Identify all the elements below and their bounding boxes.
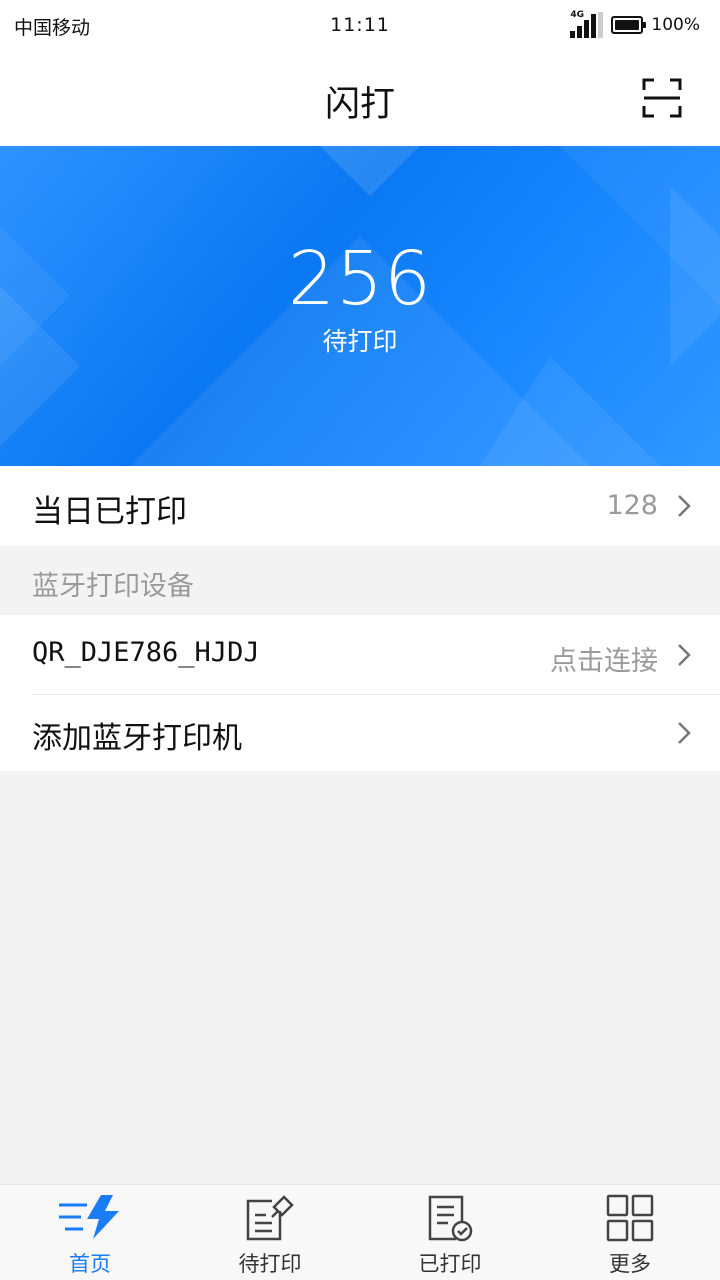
bluetooth-section-header: 蓝牙打印设备	[0, 546, 720, 615]
device-name: QR_DJE786_HJDJ	[32, 637, 260, 668]
network-type: 4G	[570, 10, 585, 20]
nav-bar: 闪打	[0, 52, 720, 146]
add-printer-label: 添加蓝牙打印机	[32, 721, 242, 756]
tab-label: 更多	[609, 1252, 651, 1276]
tab-more[interactable]: 更多	[540, 1185, 720, 1280]
tab-label: 待打印	[238, 1252, 302, 1276]
tab-label: 首页	[69, 1252, 111, 1276]
pending-print-icon	[246, 1195, 294, 1241]
signal-icon: 4G	[570, 10, 604, 38]
battery-level: 100%	[651, 15, 700, 35]
today-printed-count: 128	[606, 490, 658, 521]
scan-icon	[642, 78, 682, 118]
bluetooth-section-title: 蓝牙打印设备	[32, 571, 194, 602]
home-lightning-icon	[59, 1195, 119, 1239]
pending-label: 待打印	[322, 327, 398, 356]
tab-printed[interactable]: 已打印	[360, 1185, 540, 1280]
connect-link[interactable]: 点击连接	[550, 639, 658, 678]
chevron-right-icon	[678, 495, 691, 517]
battery-icon	[611, 16, 647, 34]
today-printed-label: 当日已打印	[32, 494, 187, 530]
tab-bar: 首页 待打印 已打印 更多	[0, 1184, 720, 1280]
printed-icon	[428, 1195, 473, 1242]
pending-banner[interactable]: 256 待打印	[0, 146, 720, 466]
page-title: 闪打	[324, 85, 395, 125]
status-bar: 中国移动 11:11 4G 100%	[0, 0, 720, 52]
tab-label: 已打印	[418, 1252, 482, 1276]
tab-home[interactable]: 首页	[0, 1185, 180, 1280]
scan-button[interactable]	[642, 78, 682, 118]
today-printed-row[interactable]: 当日已打印 128	[0, 466, 720, 546]
pending-count: 256	[287, 236, 433, 322]
chevron-right-icon	[678, 722, 691, 744]
grid-more-icon	[606, 1194, 654, 1242]
chevron-right-icon	[678, 644, 691, 666]
bluetooth-device-row[interactable]: QR_DJE786_HJDJ 点击连接	[0, 615, 720, 695]
add-printer-row[interactable]: 添加蓝牙打印机	[0, 695, 720, 771]
tab-pending[interactable]: 待打印	[180, 1185, 360, 1280]
status-indicators: 4G 100%	[570, 10, 700, 38]
